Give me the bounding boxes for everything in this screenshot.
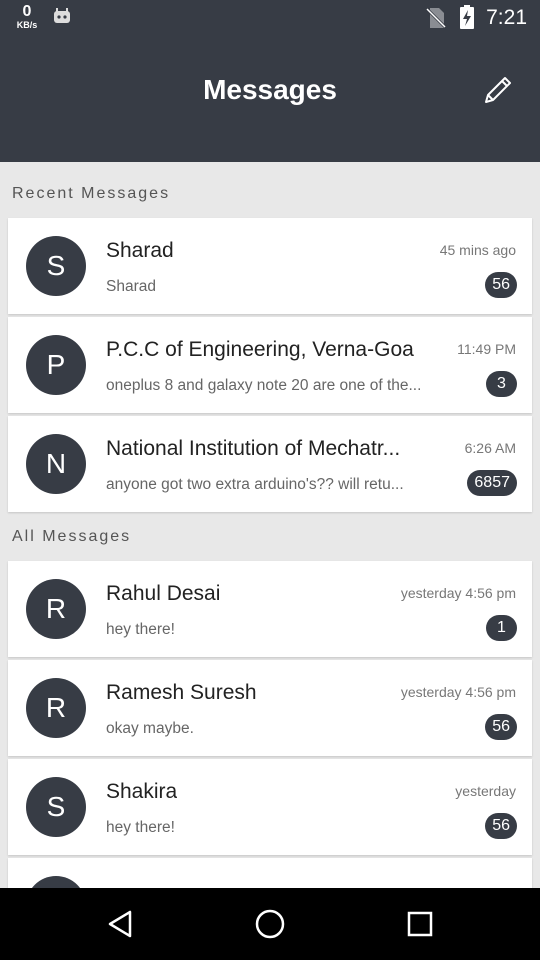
- message-time: 6:26 AM: [464, 440, 516, 456]
- unread-count-badge: 56: [485, 813, 517, 839]
- unread-count-badge: 3: [486, 371, 517, 397]
- unread-count-badge: 6857: [467, 470, 517, 496]
- avatar: S: [26, 236, 86, 296]
- message-preview: oneplus 8 and galaxy note 20 are one of …: [106, 377, 422, 394]
- message-preview: hey there!: [106, 819, 175, 836]
- message-preview: okay maybe.: [106, 720, 194, 737]
- android-robot-icon: [52, 6, 72, 31]
- message-time: 11:49 PM: [457, 341, 516, 357]
- avatar: N: [26, 434, 86, 494]
- unread-count-badge: 1: [486, 615, 517, 641]
- unread-count-badge: 56: [485, 272, 517, 298]
- pencil-icon[interactable]: [480, 72, 516, 108]
- message-preview: anyone got two extra arduino's?? will re…: [106, 476, 404, 493]
- contact-name: Rahul Desai: [106, 582, 221, 605]
- contact-name: National Institution of Mechatr...: [106, 437, 401, 460]
- conversation-item-sharad[interactable]: S Sharad 45 mins ago Sharad 56: [8, 218, 532, 314]
- conversation-item-pcc-engineering[interactable]: P P.C.C of Engineering, Verna-Goa 11:49 …: [8, 317, 532, 413]
- contact-name: P.C.C of Engineering, Verna-Goa: [106, 338, 414, 361]
- page-title: Messages: [203, 74, 337, 105]
- conversation-item-national-institution[interactable]: N National Institution of Mechatr... 6:2…: [8, 416, 532, 512]
- network-speed-value: 0: [22, 3, 32, 20]
- contact-name: Sharad: [106, 239, 174, 262]
- app-header: Messages: [0, 36, 540, 162]
- message-time: 45 mins ago: [439, 242, 516, 258]
- avatar: R: [26, 678, 86, 738]
- avatar: R: [26, 579, 86, 639]
- conversation-item-rahul-desai[interactable]: R Rahul Desai yesterday 4:56 pm hey ther…: [8, 561, 532, 657]
- message-time: yesterday 4:56 pm: [400, 585, 516, 601]
- avatar: S: [26, 777, 86, 837]
- message-time: yesterday 4:56 pm: [400, 684, 516, 700]
- recent-messages-heading: Recent Messages: [12, 185, 171, 202]
- status-bar: 0 KB/s 7:21: [0, 0, 540, 36]
- message-time: yesterday: [455, 783, 516, 799]
- back-icon[interactable]: [102, 906, 138, 942]
- no-sim-icon: [425, 7, 447, 34]
- avatar: [26, 876, 86, 888]
- clock: 7:21: [486, 6, 527, 29]
- network-speed-unit: KB/s: [16, 20, 38, 30]
- contact-name: Shakira: [106, 780, 178, 803]
- system-nav-bar: [0, 888, 540, 960]
- conversation-item-ramesh-suresh[interactable]: R Ramesh Suresh yesterday 4:56 pm okay m…: [8, 660, 532, 756]
- recents-icon[interactable]: [402, 906, 438, 942]
- network-speed: 0 KB/s: [12, 4, 42, 30]
- unread-count-badge: 56: [485, 714, 517, 740]
- message-preview: Sharad: [106, 278, 156, 295]
- conversation-item-shakira[interactable]: S Shakira yesterday hey there! 56: [8, 759, 532, 855]
- home-icon[interactable]: [252, 906, 288, 942]
- battery-charging-icon: [460, 5, 474, 34]
- conversation-item-partial[interactable]: [8, 858, 532, 888]
- all-messages-heading: All Messages: [12, 528, 132, 545]
- contact-name: Ramesh Suresh: [106, 681, 257, 704]
- message-preview: hey there!: [106, 621, 175, 638]
- avatar: P: [26, 335, 86, 395]
